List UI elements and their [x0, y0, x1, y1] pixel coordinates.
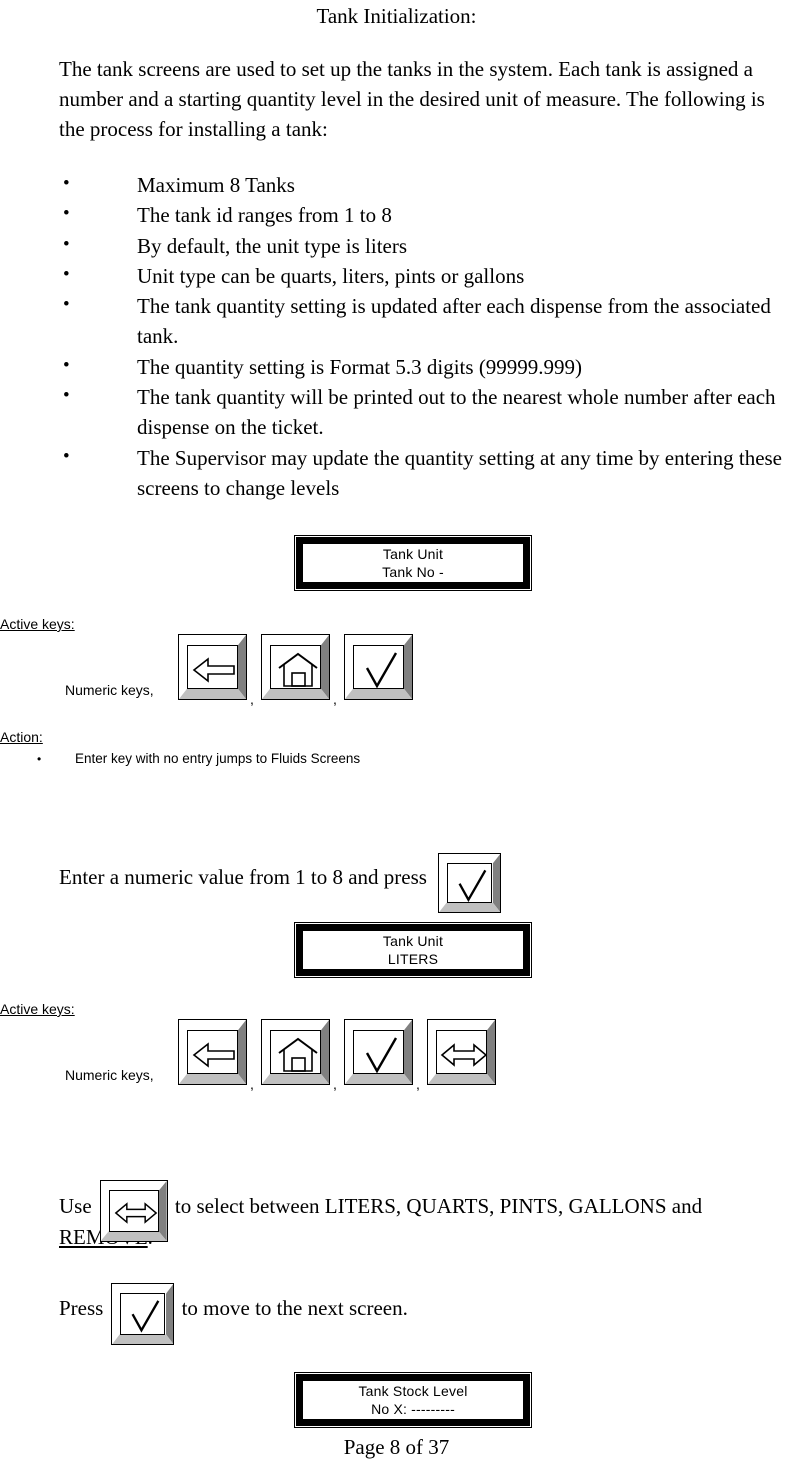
- enter-check-key[interactable]: [111, 1283, 175, 1345]
- back-arrow-key[interactable]: [178, 634, 247, 700]
- lcd-line-1: Tank Unit: [382, 546, 444, 562]
- bullet-glyph: •: [63, 203, 70, 225]
- home-key[interactable]: [261, 634, 330, 700]
- list-item: • The tank quantity will be printed out …: [59, 382, 793, 443]
- action-bullet-label: Enter key with no entry jumps to Fluids …: [75, 751, 361, 766]
- lcd-bezel: Tank Unit LITERS: [296, 924, 530, 976]
- home-icon: [278, 652, 318, 687]
- key-face: [353, 1030, 404, 1074]
- key-face: [270, 645, 321, 689]
- active-keys-row-1: Numeric keys, , ,: [0, 634, 793, 710]
- separator-comma: ,: [333, 1076, 337, 1092]
- lcd-bezel: Tank Stock Level No X: ---------: [296, 1374, 530, 1426]
- list-item-label: Unit type can be quarts, liters, pints o…: [137, 263, 525, 288]
- list-item: • The tank quantity setting is updated a…: [59, 291, 793, 352]
- list-item-label: Maximum 8 Tanks: [137, 173, 295, 197]
- list-item-label: The tank quantity setting is updated aft…: [137, 294, 771, 349]
- bullet-glyph: •: [63, 445, 70, 467]
- page-footer: Page 8 of 37: [343, 1435, 450, 1459]
- checkmark-icon: [365, 1037, 398, 1073]
- bullet-glyph: •: [63, 173, 70, 194]
- back-arrow-icon: [192, 1042, 235, 1068]
- checkmark-icon: [365, 652, 398, 688]
- press-text-before: Press: [59, 1296, 104, 1320]
- lcd-line-1: Tank Unit: [382, 933, 444, 949]
- home-icon: [278, 1037, 318, 1072]
- left-right-arrow-key[interactable]: [427, 1019, 496, 1085]
- list-item-label: By default, the unit type is liters: [137, 233, 408, 258]
- bullet-glyph: •: [63, 263, 70, 285]
- enter-numeric-instruction: Enter a numeric value from 1 to 8 and pr…: [59, 833, 779, 913]
- home-key[interactable]: [261, 1019, 330, 1085]
- lcd-line-1: Tank Stock Level: [358, 1383, 468, 1399]
- key-face: [270, 1030, 321, 1074]
- separator-comma: ,: [416, 1076, 420, 1092]
- list-item: • The Supervisor may update the quantity…: [59, 443, 793, 504]
- bullet-glyph: •: [63, 385, 70, 407]
- page-title: Tank Initialization:: [316, 4, 477, 28]
- left-right-arrow-icon: [440, 1043, 486, 1067]
- list-item-label: The tank id ranges from 1 to 8: [137, 203, 392, 228]
- lcd-bezel: Tank Unit Tank No -: [296, 537, 530, 589]
- separator-comma: ,: [250, 1076, 254, 1092]
- separator-comma: ,: [333, 691, 337, 707]
- lcd-screen-tank-no: Tank Unit Tank No -: [294, 535, 532, 591]
- lcd-screen-tank-unit: Tank Unit LITERS: [294, 922, 532, 978]
- lcd-line-2: LITERS: [387, 951, 439, 967]
- bullet-glyph: •: [63, 354, 70, 376]
- press-next-instruction: Press to move to the next screen.: [59, 1262, 793, 1345]
- list-item: • The tank id ranges from 1 to 8: [59, 200, 793, 230]
- lcd-line-2: No X: ---------: [371, 1401, 455, 1417]
- list-item: • Unit type can be quarts, liters, pints…: [59, 261, 793, 291]
- bullet-glyph: •: [63, 294, 70, 316]
- enter-check-key[interactable]: [438, 853, 502, 913]
- use-text-after: to select between LITERS, QUARTS, PINTS,…: [169, 1194, 703, 1218]
- back-arrow-key[interactable]: [178, 1019, 247, 1085]
- action-bullet-item: • Enter key with no entry jumps to Fluids…: [37, 750, 637, 768]
- list-item: • By default, the unit type is liters: [59, 231, 793, 261]
- enter-check-key[interactable]: [344, 1019, 413, 1085]
- active-keys-row-2: Numeric keys, , , ,: [0, 1019, 793, 1095]
- lcd-screen-tank-stock: Tank Stock Level No X: ---------: [294, 1372, 532, 1428]
- list-item: • Maximum 8 Tanks: [59, 170, 793, 200]
- lcd-line-2: Tank No -: [382, 564, 444, 580]
- key-face: [353, 645, 404, 689]
- key-face: [108, 1190, 159, 1232]
- back-arrow-icon: [192, 657, 235, 683]
- key-face: [436, 1030, 487, 1074]
- feature-list: • Maximum 8 Tanks • The tank id ranges f…: [59, 170, 793, 503]
- key-face: [187, 1030, 238, 1074]
- use-text-before: Use: [59, 1194, 92, 1218]
- checkmark-icon: [458, 869, 487, 902]
- numeric-keys-label: Numeric keys,: [65, 682, 154, 698]
- bullet-glyph: •: [37, 752, 42, 766]
- press-text-after: to move to the next screen.: [176, 1296, 408, 1320]
- intro-paragraph: The tank screens are used to set up the …: [59, 57, 765, 141]
- separator-comma: ,: [250, 691, 254, 707]
- list-item: • The quantity setting is Format 5.3 dig…: [59, 352, 793, 382]
- enter-check-key[interactable]: [344, 634, 413, 700]
- bullet-glyph: •: [63, 233, 70, 255]
- list-item-label: The Supervisor may update the quantity s…: [137, 445, 783, 500]
- use-select-instruction: Use to select between LITERS, QUARTS, PI…: [59, 1160, 793, 1253]
- left-right-arrow-icon: [114, 1202, 157, 1224]
- action-heading: Action:: [0, 729, 43, 745]
- list-item-label: The quantity setting is Format 5.3 digit…: [137, 354, 583, 379]
- key-face: [447, 863, 493, 903]
- list-item-label: The tank quantity will be printed out to…: [137, 385, 776, 440]
- checkmark-icon: [131, 1300, 160, 1333]
- numeric-keys-label: Numeric keys,: [65, 1067, 154, 1083]
- active-keys-heading: Active keys:: [0, 616, 75, 632]
- key-face: [187, 645, 238, 689]
- left-right-arrow-key[interactable]: [99, 1180, 168, 1242]
- key-face: [120, 1293, 166, 1335]
- enter-numeric-text: Enter a numeric value from 1 to 8 and pr…: [59, 865, 427, 889]
- active-keys-heading: Active keys:: [0, 1001, 75, 1017]
